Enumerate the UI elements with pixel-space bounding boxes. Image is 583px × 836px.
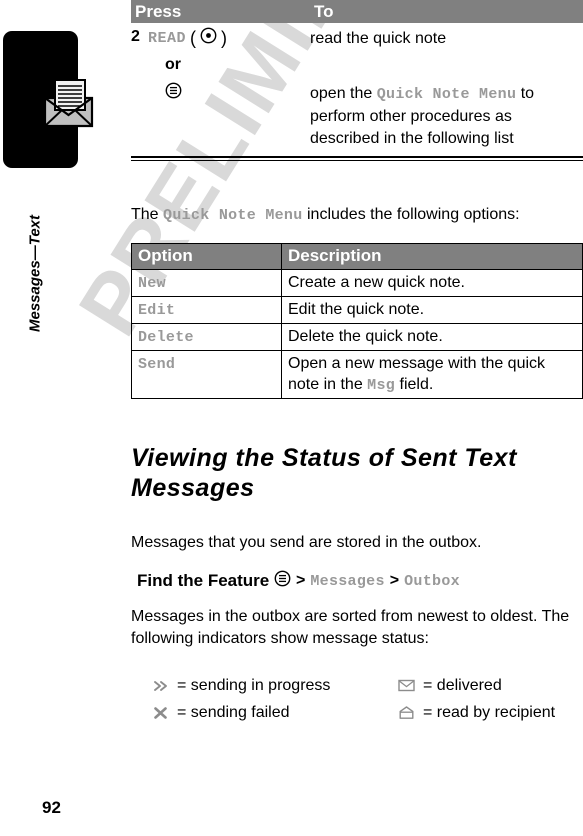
menu-key-icon <box>274 570 291 592</box>
table-row: New Create a new quick note. <box>131 269 583 297</box>
desc-after: field. <box>395 376 434 393</box>
page-number: 92 <box>42 798 61 817</box>
envelope-with-letter-icon <box>43 78 94 128</box>
find-the-feature-row: Find the Feature > Messages > Outbox <box>131 570 583 592</box>
menu-key-icon <box>165 82 182 104</box>
indicator-sending-in-progress: = sending in progress <box>131 677 397 695</box>
option-name: New <box>138 275 166 292</box>
option-name: Delete <box>138 329 194 346</box>
steps-table-header: Press To <box>131 0 583 23</box>
path-separator: > <box>389 572 400 589</box>
status-indicator-legend: = sending in progress = delivered = send… <box>131 672 583 726</box>
column-header-option: Option <box>131 243 282 270</box>
indicator-label: = sending in progress <box>177 676 331 694</box>
page-content: Press To 2 READ ( ) read the quick note … <box>131 0 583 836</box>
intro-menu-name: Quick Note Menu <box>163 207 303 224</box>
desc-field-name: Msg <box>367 377 396 394</box>
step-key-alt <box>148 78 310 104</box>
step-description: read the quick note <box>310 30 447 47</box>
indicator-label: = delivered <box>423 676 502 694</box>
option-description: Open a new message with the quick note i… <box>281 350 583 399</box>
option-description: Create a new quick note. <box>281 269 583 297</box>
find-the-feature-label: Find the Feature <box>137 571 270 590</box>
column-header-description: Description <box>281 243 583 270</box>
step-key: READ ( ) <box>148 23 310 49</box>
x-mark-icon <box>151 705 170 721</box>
or-separator: or <box>165 56 181 73</box>
step-description-alt: open the Quick Note Menu to perform othe… <box>310 78 583 150</box>
column-header-to: To <box>314 2 334 21</box>
double-chevron-icon <box>151 678 170 694</box>
outbox-paragraph: Messages that you send are stored in the… <box>131 534 482 551</box>
chapter-title-vertical: Messages—Text <box>26 215 44 332</box>
closed-envelope-icon <box>397 678 416 694</box>
path-item-messages: Messages <box>310 572 385 590</box>
step-row: 2 READ ( ) read the quick note <box>131 23 583 50</box>
sorted-paragraph: Messages in the outbox are sorted from n… <box>131 608 570 647</box>
indicator-read-by-recipient: = read by recipient <box>397 704 583 722</box>
column-header-press: Press <box>135 2 182 21</box>
indicator-label: = read by recipient <box>423 703 556 721</box>
softkey-label: READ <box>148 29 187 47</box>
path-item-outbox: Outbox <box>404 572 460 590</box>
open-paren: ( <box>190 27 197 48</box>
options-table-header-row: Option Description <box>131 243 583 270</box>
option-name: Edit <box>138 302 176 319</box>
center-select-key-icon <box>200 27 217 49</box>
section-heading: Viewing the Status of Sent Text Messages <box>131 444 517 502</box>
step-number: 2 <box>131 28 140 45</box>
step-row-alt: open the Quick Note Menu to perform othe… <box>131 78 583 150</box>
indicator-label: = sending failed <box>177 703 290 721</box>
left-rail: Messages—Text 92 <box>0 0 131 836</box>
indicator-delivered: = delivered <box>397 677 583 695</box>
desc-menu-name: Quick Note Menu <box>376 86 517 103</box>
intro-paragraph: The Quick Note Menu includes the followi… <box>131 204 583 227</box>
intro-before: The <box>131 206 164 223</box>
options-table: Option Description New Create a new quic… <box>131 243 583 399</box>
section-divider-rule <box>131 156 583 161</box>
option-name: Send <box>138 356 176 373</box>
open-envelope-icon <box>397 705 416 721</box>
indicator-sending-failed: = sending failed <box>131 704 397 722</box>
path-separator: > <box>296 572 306 589</box>
feature-path: > Messages > Outbox <box>274 570 460 592</box>
table-row: Edit Edit the quick note. <box>131 296 583 324</box>
indicator-row: = sending in progress = delivered <box>131 672 583 699</box>
steps-table: Press To 2 READ ( ) read the quick note … <box>131 0 583 161</box>
indicator-row: = sending failed = read by recipient <box>131 699 583 726</box>
option-description: Edit the quick note. <box>281 296 583 324</box>
intro-after: includes the following options: <box>302 206 520 223</box>
close-paren: ) <box>221 27 228 48</box>
step-number-blank <box>131 78 148 83</box>
table-row: Send Open a new message with the quick n… <box>131 350 583 399</box>
desc-text-before: open the <box>310 85 377 102</box>
steps-table-body: 2 READ ( ) read the quick note or open t… <box>131 23 583 161</box>
option-description: Delete the quick note. <box>281 323 583 351</box>
table-row: Delete Delete the quick note. <box>131 323 583 351</box>
